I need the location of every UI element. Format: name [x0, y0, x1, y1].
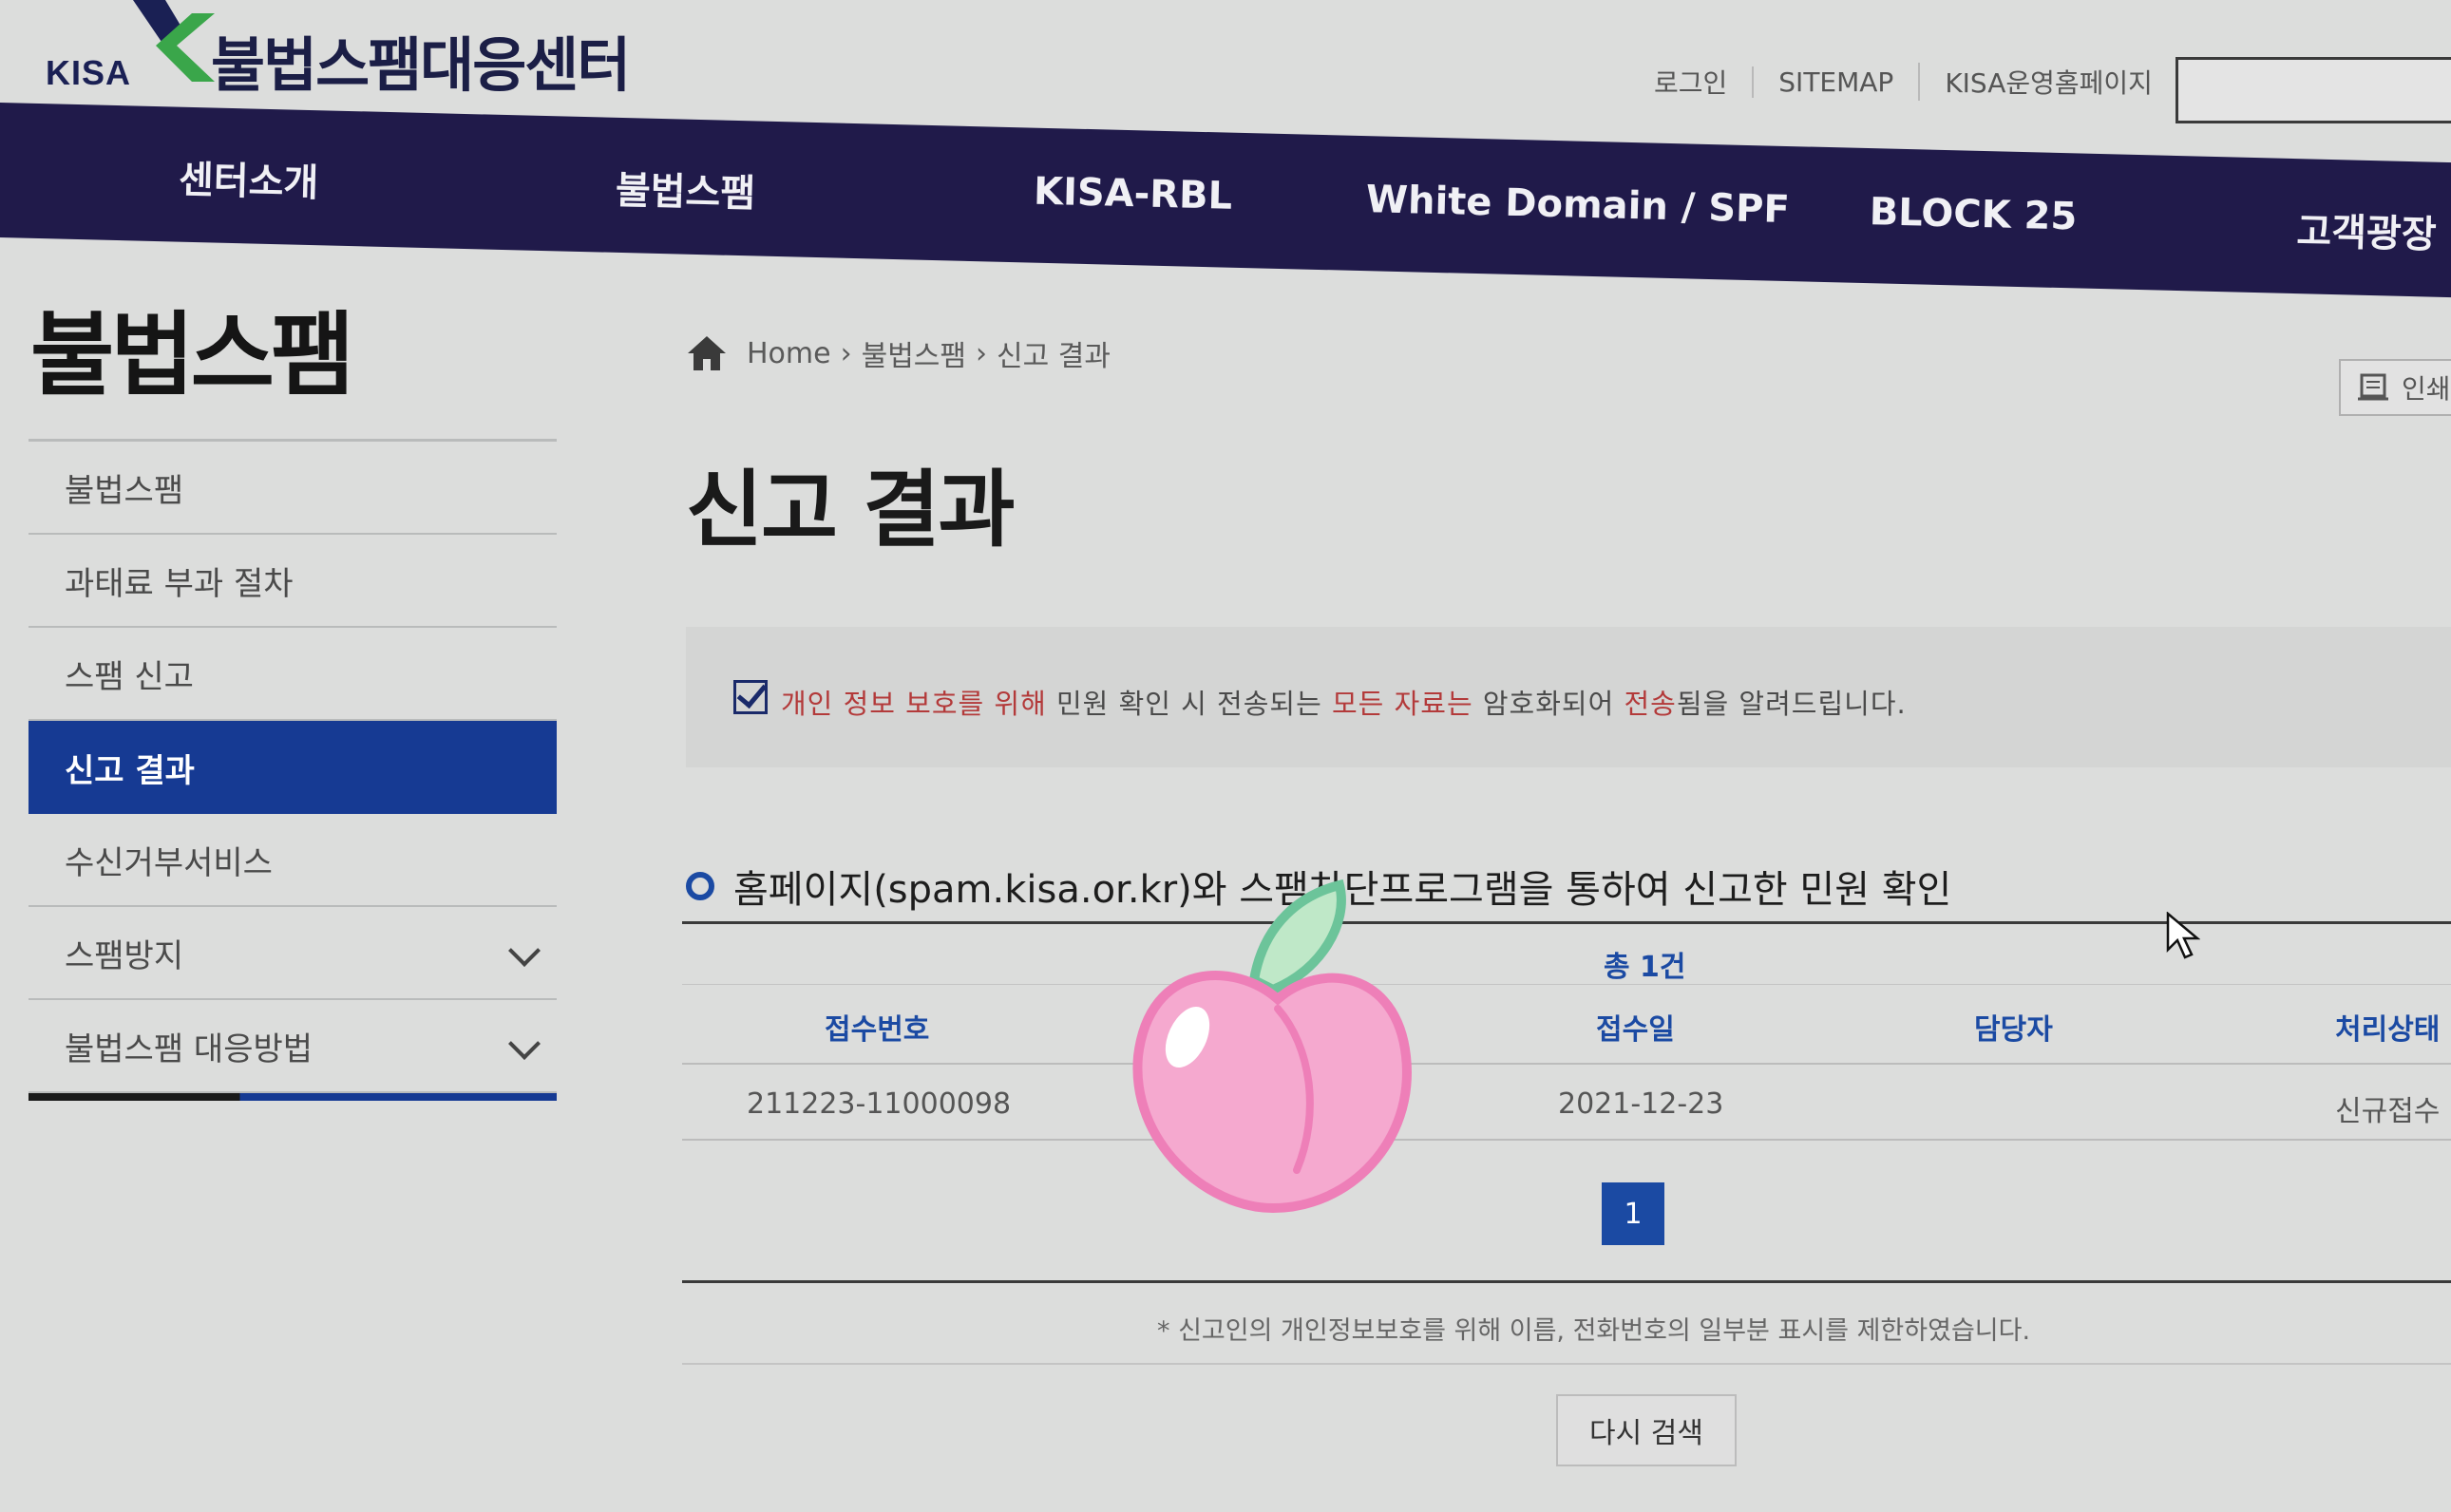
sidebar-title: 불법스팸 — [30, 302, 354, 408]
notice-part: 됨을 알려드립니다. — [1676, 688, 1907, 720]
gnb-white-domain[interactable]: White Domain / SPF — [1365, 178, 1790, 232]
peach-sticker-icon — [1132, 879, 1412, 1214]
sidebar-item-label: 신고 결과 — [65, 751, 195, 790]
sidebar-item-response-method[interactable]: 불법스팸 대응방법 — [28, 1000, 557, 1093]
mouse-cursor-icon — [2166, 912, 2200, 959]
notice-part: 전송 — [1624, 688, 1677, 720]
pagination: 1 — [682, 1141, 2451, 1283]
sidebar-item-label: 불법스팸 대응방법 — [65, 1030, 314, 1068]
sitemap-link[interactable]: SITEMAP — [1752, 66, 1918, 98]
sidebar-item-label: 수신거부서비스 — [65, 843, 273, 882]
breadcrumb-illegal-spam[interactable]: 불법스팸 — [862, 332, 966, 374]
breadcrumb-separator-icon: › — [840, 336, 852, 370]
table-header: 접수번호 접수일 담당자 처리상태 — [682, 985, 2451, 1065]
print-icon — [2358, 373, 2388, 401]
chevron-down-icon — [508, 1028, 541, 1060]
privacy-note: * 신고인의 개인정보보호를 위해 이름, 전화번호의 일부분 표시를 제한하였… — [682, 1283, 2451, 1365]
search-again-button[interactable]: 다시 검색 — [1556, 1394, 1737, 1466]
home-icon[interactable] — [686, 334, 728, 372]
login-link[interactable]: 로그인 — [1629, 63, 1752, 101]
privacy-note-text: * 신고인의 개인정보보호를 위해 이름, 전화번호의 일부분 표시를 제한하였… — [1157, 1316, 2031, 1346]
sidebar-bottom-bar — [28, 1093, 557, 1101]
breadcrumb-home[interactable]: Home — [747, 337, 831, 370]
print-label: 인쇄 — [2402, 373, 2451, 405]
notice-part: 모든 자료는 — [1332, 688, 1473, 720]
page-title: 신고 결과 — [686, 461, 1015, 558]
total-count: 총 1건 — [1604, 951, 1686, 984]
sidebar-item-label: 스팸 신고 — [65, 657, 194, 696]
sidebar-item-label: 불법스팸 — [65, 471, 184, 510]
gnb-customer[interactable]: 고객광장 — [2296, 200, 2438, 259]
checkbox-icon — [733, 680, 768, 714]
main-nav: 센터소개 불법스팸 KISA-RBL White Domain / SPF BL… — [0, 103, 2451, 298]
sidebar-item-label: 스팸방지 — [65, 936, 184, 975]
notice-part: 암호화되어 — [1472, 688, 1624, 720]
gnb-center-intro[interactable]: 센터소개 — [178, 149, 319, 208]
breadcrumb: Home › 불법스팸 › 신고 결과 — [686, 332, 1111, 374]
notice-box: 개인 정보 보호를 위해 민원 확인 시 전송되는 모든 자료는 암호화되어 전… — [686, 627, 2451, 767]
notice-text: 개인 정보 보호를 위해 민원 확인 시 전송되는 모든 자료는 암호화되어 전… — [781, 682, 1907, 722]
sidebar: 불법스팸 과태료 부과 절차 스팸 신고 신고 결과 수신거부서비스 스팸방지 … — [28, 439, 557, 1101]
kisa-logo-mark-icon — [133, 0, 215, 82]
sidebar-item-label: 과태료 부과 절차 — [65, 564, 294, 603]
utility-nav: 로그인 SITEMAP KISA운영홈페이지 — [1629, 63, 2177, 101]
sidebar-item-illegal-spam[interactable]: 불법스팸 — [28, 442, 557, 535]
site-header: KISA 불법스팸대응센터 로그인 SITEMAP KISA운영홈페이지 — [0, 0, 2451, 123]
circle-bullet-icon — [686, 872, 714, 900]
gnb-kisa-rbl[interactable]: KISA-RBL — [1033, 170, 1232, 218]
print-button[interactable]: 인쇄 — [2339, 359, 2451, 416]
cell-status: 신규접수 — [2335, 1095, 2441, 1128]
result-table: 총 1건 접수번호 접수일 담당자 처리상태 211223-11000098 2… — [682, 921, 2451, 1365]
column-header-manager: 담당자 — [1974, 1013, 2053, 1047]
kisa-homepage-link[interactable]: KISA운영홈페이지 — [1918, 63, 2177, 101]
column-header-status: 처리상태 — [2335, 1013, 2441, 1047]
site-title[interactable]: 불법스팸대응센터 — [211, 17, 631, 103]
search-input[interactable] — [2176, 57, 2451, 123]
chevron-down-icon — [508, 935, 541, 967]
notice-part: 개인 정보 보호를 위해 — [781, 688, 1047, 720]
gnb-block25[interactable]: BLOCK 25 — [1869, 190, 2078, 238]
sidebar-item-spam-report[interactable]: 스팸 신고 — [28, 628, 557, 721]
cell-date: 2021-12-23 — [1558, 1087, 1724, 1121]
column-header-date: 접수일 — [1596, 1013, 1675, 1047]
sidebar-item-fine-procedure[interactable]: 과태료 부과 절차 — [28, 535, 557, 628]
breadcrumb-separator-icon: › — [976, 336, 987, 370]
notice-part: 민원 확인 시 전송되는 — [1046, 688, 1332, 720]
breadcrumb-current: 신고 결과 — [997, 340, 1111, 373]
logo-text: KISA — [46, 53, 132, 92]
sidebar-item-report-result[interactable]: 신고 결과 — [28, 721, 557, 814]
gnb-illegal-spam[interactable]: 불법스팸 — [615, 160, 756, 218]
sidebar-item-opt-out[interactable]: 수신거부서비스 — [28, 814, 557, 907]
column-header-receipt-no: 접수번호 — [825, 1013, 930, 1047]
sidebar-item-spam-prevention[interactable]: 스팸방지 — [28, 907, 557, 1000]
cell-receipt-no[interactable]: 211223-11000098 — [747, 1087, 1011, 1121]
page-button-current[interactable]: 1 — [1602, 1182, 1664, 1245]
table-row[interactable]: 211223-11000098 2021-12-23 신규접수 — [682, 1065, 2451, 1141]
